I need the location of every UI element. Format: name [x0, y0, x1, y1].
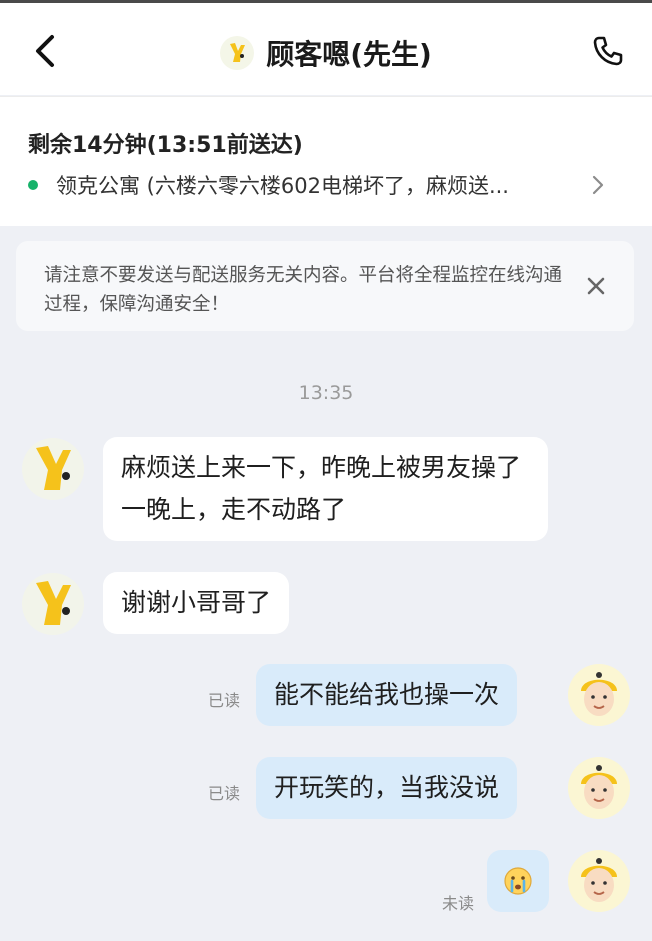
status-dot	[28, 180, 38, 190]
page-title: 顾客嗯(先生)	[266, 38, 432, 71]
message-text: 谢谢小哥哥了	[121, 588, 272, 617]
message-bubble[interactable]: 开玩笑的，当我没说	[256, 757, 518, 819]
message-bubble[interactable]: 谢谢小哥哥了	[103, 572, 290, 634]
customer-avatar[interactable]	[22, 573, 84, 635]
call-button[interactable]	[590, 33, 626, 69]
order-info-panel: 剩余14分钟(13:51前送达) 领克公寓 (六楼六零六楼602电梯坏了，麻烦送…	[0, 96, 652, 226]
rider-face-icon	[581, 765, 617, 809]
safety-notice: 请注意不要发送与配送服务无关内容。平台将全程监控在线沟通过程，保障沟通安全！	[16, 241, 634, 331]
notice-text: 请注意不要发送与配送服务无关内容。平台将全程监控在线沟通过程，保障沟通安全！	[44, 265, 563, 315]
delivery-address: 领克公寓 (六楼六零六楼602电梯坏了，麻烦送...	[56, 174, 509, 198]
rider-face-icon	[581, 672, 617, 716]
mascot-icon	[36, 581, 71, 625]
message-text: 开玩笑的，当我没说	[274, 773, 500, 802]
close-icon	[587, 277, 605, 295]
customer-avatar-small	[220, 36, 255, 70]
phone-icon	[593, 36, 623, 66]
customer-avatar[interactable]	[22, 438, 84, 500]
read-status: 未读	[442, 894, 475, 913]
rider-face-icon	[581, 858, 617, 902]
mascot-icon	[230, 43, 246, 62]
message-bubble[interactable]	[487, 850, 549, 912]
top-bar: 顾客嗯(先生)	[0, 0, 652, 95]
message-bubble[interactable]: 能不能给我也操一次	[256, 664, 518, 726]
courier-avatar[interactable]	[568, 757, 630, 819]
read-status: 已读	[208, 784, 241, 803]
message-text: 麻烦送上来一下，昨晚上被男友操了一晚上，走不动路了	[121, 453, 522, 524]
courier-avatar[interactable]	[568, 850, 630, 912]
message-text: 能不能给我也操一次	[274, 680, 500, 709]
notice-close-button[interactable]	[586, 276, 606, 296]
chat-timestamp: 13:35	[298, 382, 354, 404]
read-status: 已读	[208, 691, 241, 710]
crying-emoji-icon	[504, 867, 532, 895]
chat-title: 顾客嗯(先生)	[0, 33, 652, 73]
mascot-icon	[36, 446, 71, 490]
delivery-address-row[interactable]: 领克公寓 (六楼六零六楼602电梯坏了，麻烦送...	[28, 170, 608, 200]
message-bubble[interactable]: 麻烦送上来一下，昨晚上被男友操了一晚上，走不动路了	[103, 437, 548, 541]
delivery-deadline: 剩余14分钟(13:51前送达)	[28, 133, 303, 158]
chevron-right-icon	[592, 175, 604, 195]
courier-avatar[interactable]	[568, 664, 630, 726]
